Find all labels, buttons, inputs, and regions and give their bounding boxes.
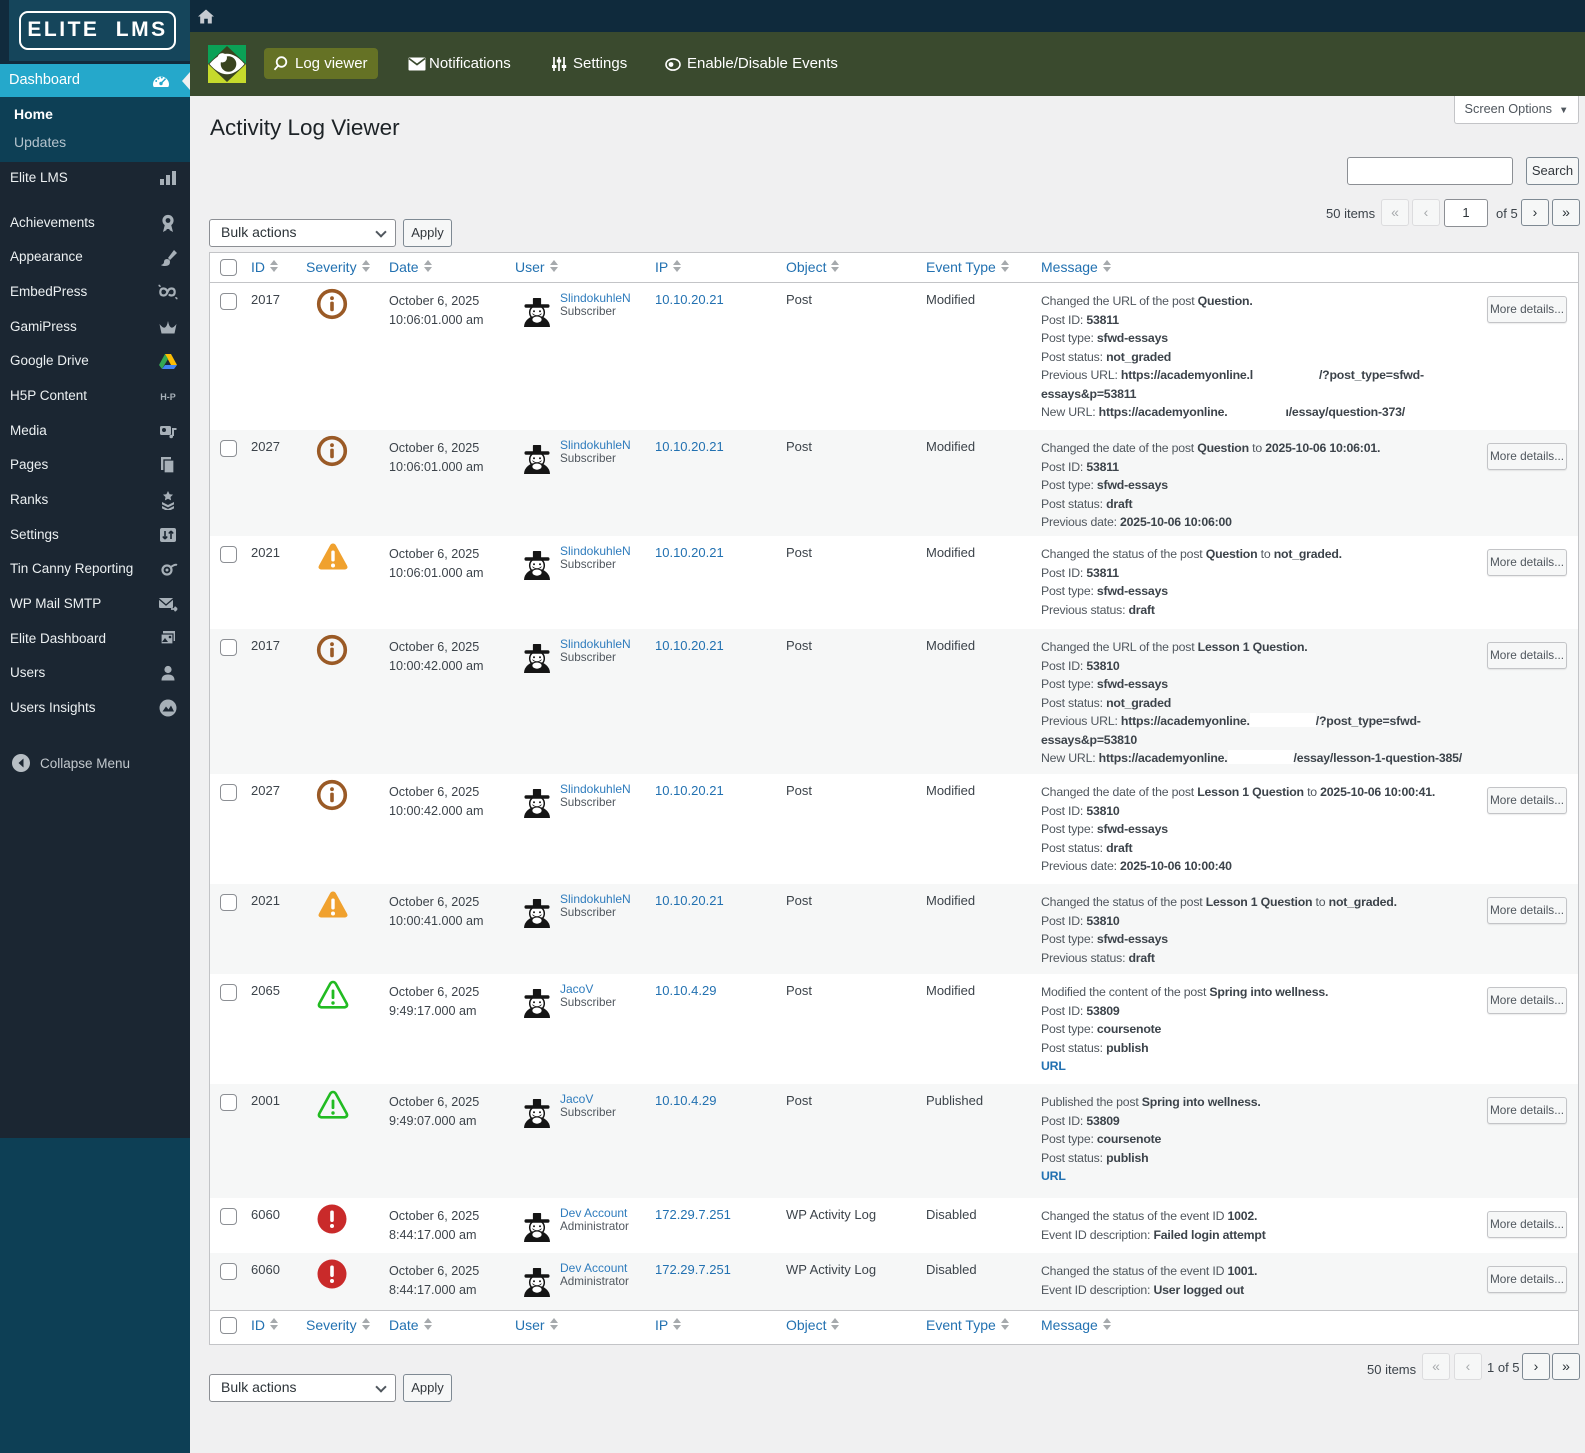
svg-text:H-P: H-P bbox=[160, 392, 176, 402]
